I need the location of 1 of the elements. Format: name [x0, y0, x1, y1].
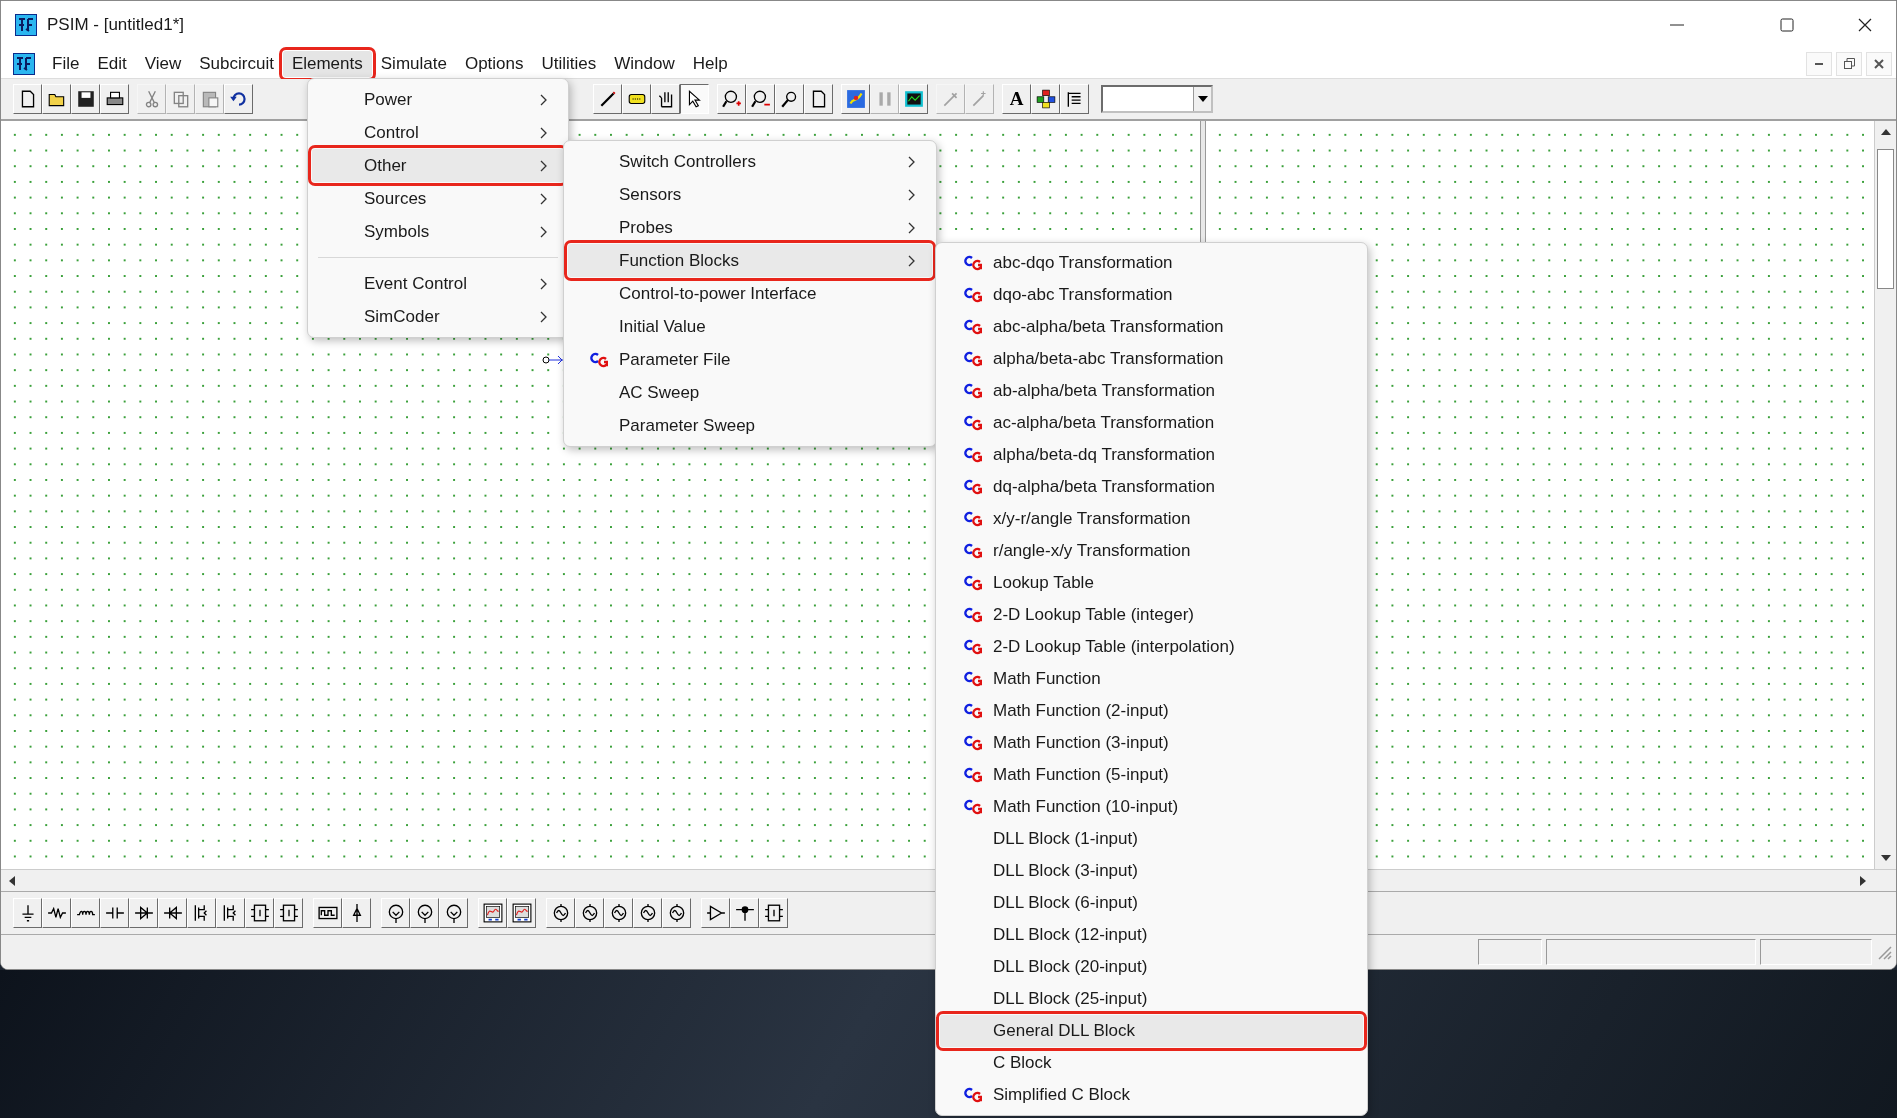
window-title: PSIM - [untitled1*]: [47, 14, 184, 37]
